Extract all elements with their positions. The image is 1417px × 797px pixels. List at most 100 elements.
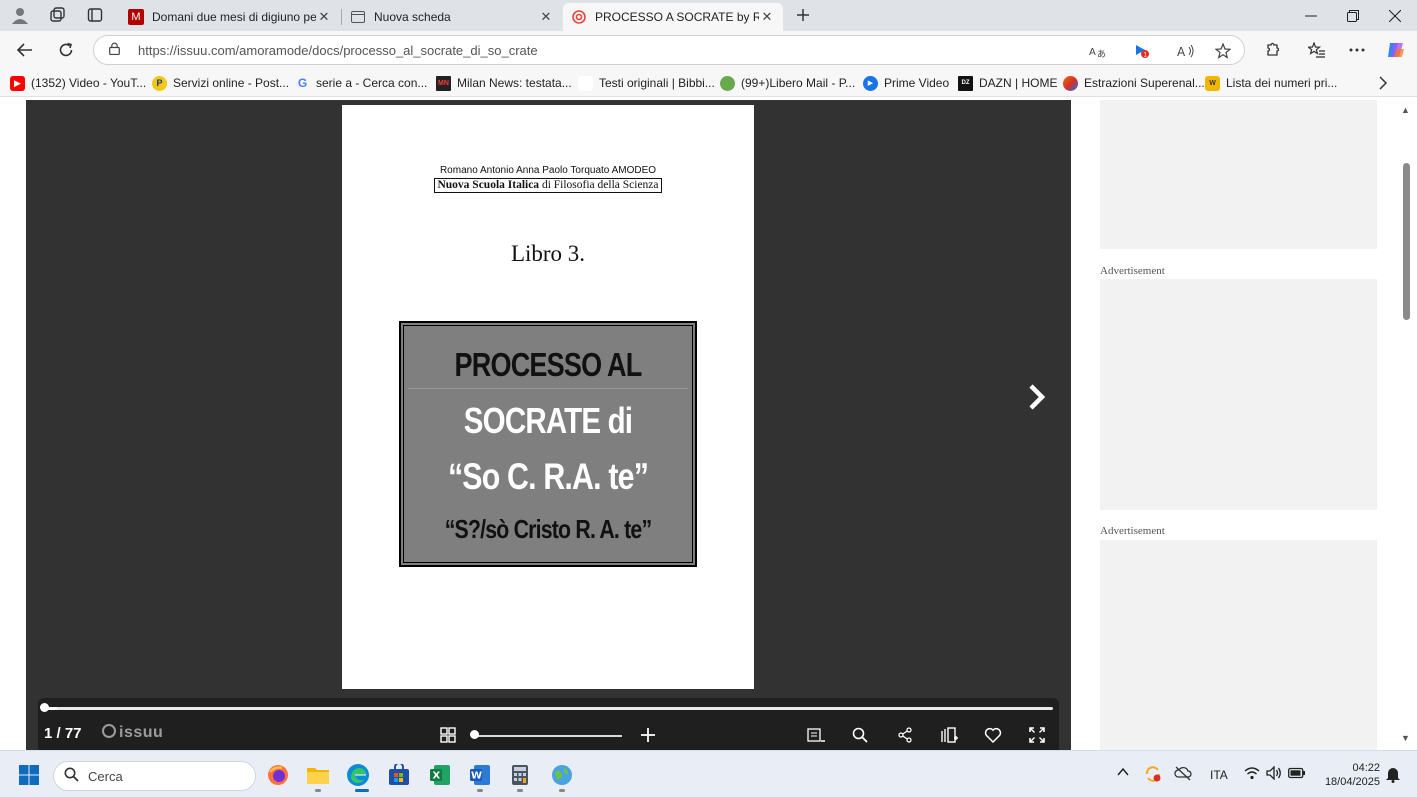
profile-icon[interactable]: [9, 4, 31, 26]
poste-icon: P: [152, 75, 167, 91]
page-progress-track[interactable]: [44, 707, 1053, 710]
firefox-icon[interactable]: [266, 763, 290, 787]
cover-title-box: PROCESSO AL SOCRATE di “So C. R.A. te” “…: [399, 321, 697, 567]
new-tab-icon[interactable]: [792, 4, 814, 26]
bookmark-milan-news[interactable]: MN Milan News: testata...: [436, 75, 572, 91]
issuu-icon: [571, 9, 587, 25]
wifi-icon[interactable]: [1244, 766, 1260, 783]
bookmark-youtube[interactable]: ▶ (1352) Video - YouT...: [10, 75, 146, 91]
bookmark-poste[interactable]: P Servizi online - Post...: [152, 75, 289, 91]
ad-label-2: Advertisement: [1100, 525, 1165, 537]
add-to-stack-icon[interactable]: [938, 724, 960, 746]
favorites-icon[interactable]: [1306, 39, 1328, 61]
show-hidden-icons-chevron-icon[interactable]: [1117, 766, 1129, 780]
volume-icon[interactable]: [1266, 765, 1282, 783]
cover-divider: [408, 388, 688, 389]
tab-processo-socrate[interactable]: PROCESSO A SOCRATE by Roman ✕: [563, 3, 783, 31]
bookmarks-more-chevron-icon[interactable]: [1378, 75, 1388, 91]
bookmark-lista-numeri[interactable]: W Lista dei numeri pri...: [1205, 75, 1337, 91]
bookmark-libero-mail[interactable]: (99+)Libero Mail - P...: [720, 75, 855, 91]
next-page-chevron-icon[interactable]: [1023, 380, 1051, 414]
document-page[interactable]: Romano Antonio Anna Paolo Torquato AMODE…: [342, 105, 754, 689]
new-tab-page-icon: [350, 9, 366, 25]
maps-globe-icon[interactable]: [550, 763, 574, 787]
zoom-in-icon[interactable]: [637, 724, 659, 746]
input-language[interactable]: ITA: [1210, 768, 1228, 782]
taskbar-search-input[interactable]: Cerca: [53, 761, 256, 791]
dazn-icon: DZ: [958, 75, 973, 91]
close-tab-icon[interactable]: ✕: [316, 9, 332, 25]
page-icon: [578, 75, 593, 91]
close-tab-icon[interactable]: ✕: [538, 9, 554, 25]
bookmark-testi-originali[interactable]: Testi originali | Bibbi...: [578, 75, 715, 91]
scroll-down-icon[interactable]: ▼: [1401, 733, 1410, 743]
windows-taskbar: Cerca X W ITA 04:22 18/04/2025: [0, 750, 1417, 797]
taskbar-clock[interactable]: 04:22 18/04/2025: [1310, 761, 1380, 789]
notifications-bell-icon[interactable]: [1385, 765, 1401, 786]
close-window-icon[interactable]: [1372, 0, 1417, 31]
ad-slot-1[interactable]: [1100, 100, 1377, 249]
battery-icon[interactable]: [1288, 767, 1306, 782]
issuu-logo: issuu: [102, 724, 163, 742]
excel-icon[interactable]: X: [428, 763, 452, 787]
bookmarks-bar: ▶ (1352) Video - YouT... P Servizi onlin…: [0, 69, 1417, 97]
reader-view-icon[interactable]: [805, 724, 827, 746]
school-bold: Nuova Scuola Italica: [437, 179, 540, 191]
scroll-up-icon[interactable]: ▲: [1401, 105, 1410, 115]
tab-actions-icon[interactable]: [84, 4, 106, 26]
lock-icon[interactable]: [109, 42, 120, 58]
restore-icon[interactable]: [1330, 0, 1376, 31]
fullscreen-icon[interactable]: [1026, 724, 1048, 746]
search-icon: [64, 767, 79, 786]
search-icon[interactable]: [849, 724, 871, 746]
ad-label-1: Advertisement: [1100, 265, 1165, 277]
extensions-icon[interactable]: [1261, 39, 1283, 61]
zoom-slider-track[interactable]: [472, 735, 622, 737]
grid-view-icon[interactable]: [437, 724, 459, 746]
document-viewer[interactable]: Romano Antonio Anna Paolo Torquato AMODE…: [26, 100, 1071, 750]
minimize-icon[interactable]: [1288, 0, 1334, 31]
page-indicator: 1 / 77: [44, 725, 82, 742]
bookmark-prime-video[interactable]: ▶ Prime Video: [863, 75, 949, 91]
tab-title: Domani due mesi di digiuno per C: [152, 10, 316, 24]
shopping-icon[interactable]: 1: [1132, 42, 1152, 60]
bookmark-label: (1352) Video - YouT...: [31, 76, 147, 90]
favorite-star-icon[interactable]: [1213, 42, 1233, 60]
word-icon[interactable]: W: [468, 763, 492, 787]
address-bar[interactable]: https://issuu.com/amoramode/docs/process…: [93, 35, 1245, 65]
issuu-logo-icon: [102, 724, 116, 738]
more-menu-icon[interactable]: [1346, 39, 1368, 61]
tab-domani[interactable]: M Domani due mesi di digiuno per C ✕: [120, 3, 340, 31]
url-text[interactable]: https://issuu.com/amoramode/docs/process…: [138, 43, 538, 58]
edge-browser-icon[interactable]: [346, 763, 370, 787]
calculator-icon[interactable]: [508, 763, 532, 787]
workspaces-icon[interactable]: [46, 4, 68, 26]
tab-strip: M Domani due mesi di digiuno per C ✕ Nuo…: [0, 0, 1417, 31]
google-icon: G: [297, 76, 308, 90]
back-icon[interactable]: [11, 37, 39, 63]
zoom-slider-handle[interactable]: [470, 730, 479, 739]
share-icon[interactable]: [894, 724, 916, 746]
page-progress-handle[interactable]: [40, 703, 49, 712]
sync-update-icon[interactable]: [1144, 765, 1162, 786]
refresh-icon[interactable]: [52, 37, 80, 63]
page-scrollbar[interactable]: ▲ ▼: [1397, 97, 1417, 750]
copilot-icon[interactable]: [1385, 39, 1407, 61]
ad-slot-3[interactable]: [1100, 540, 1377, 750]
windows-start-icon[interactable]: [17, 763, 41, 787]
ad-slot-2[interactable]: [1100, 279, 1377, 510]
bookmark-superenalotto[interactable]: Estrazioni Superenal...: [1063, 75, 1205, 91]
onedrive-offline-icon[interactable]: [1174, 765, 1192, 784]
scrollbar-thumb[interactable]: [1403, 163, 1410, 320]
file-explorer-icon[interactable]: [306, 763, 330, 787]
bookmark-google-search[interactable]: G serie a - Cerca con...: [295, 75, 428, 91]
translate-icon[interactable]: Aあ: [1088, 42, 1108, 60]
read-aloud-icon[interactable]: A: [1176, 42, 1196, 60]
close-tab-icon[interactable]: ✕: [759, 9, 775, 25]
store-icon[interactable]: [387, 763, 411, 787]
like-heart-icon[interactable]: [982, 724, 1004, 746]
bookmark-dazn[interactable]: DZ DAZN | HOME: [958, 75, 1057, 91]
youtube-icon: ▶: [10, 75, 25, 91]
tab-nuova-scheda[interactable]: Nuova scheda ✕: [342, 3, 562, 31]
viewer-controls-bar: 1 / 77 issuu: [38, 698, 1059, 750]
